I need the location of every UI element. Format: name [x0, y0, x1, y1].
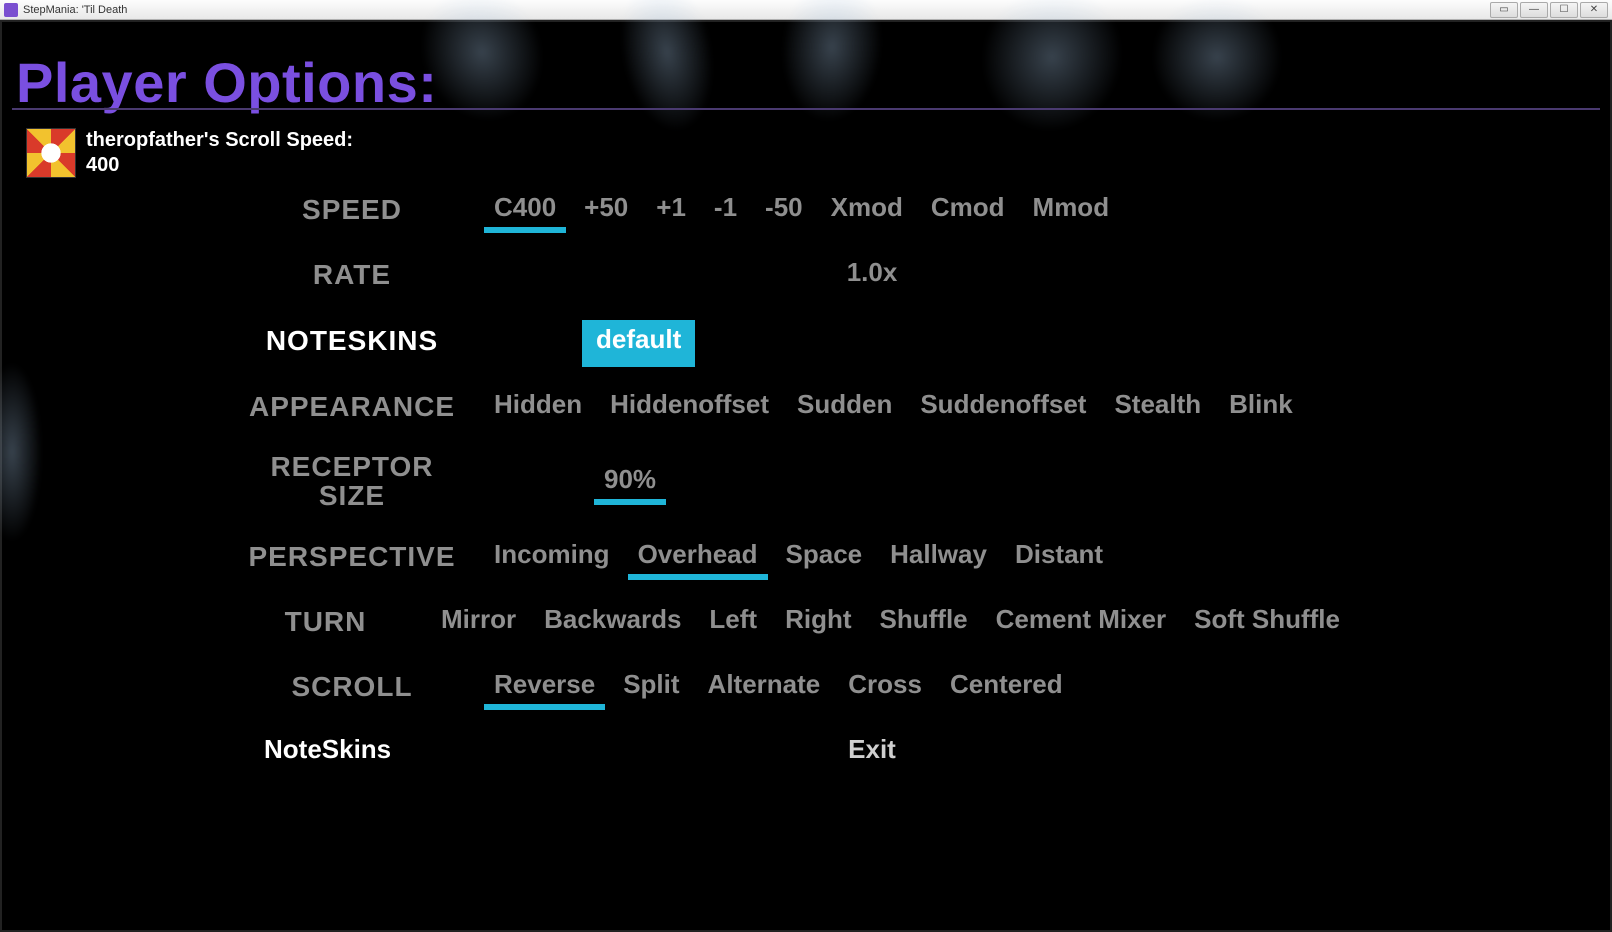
opt-turn-backwards[interactable]: Backwards [542, 602, 683, 641]
avatar [26, 128, 76, 178]
page-title: Player Options: [16, 50, 437, 115]
opt-perspective-overhead[interactable]: Overhead [636, 537, 760, 576]
window-titlebar: StepMania: 'Til Death ▭ — ☐ ✕ [0, 0, 1612, 20]
row-turn[interactable]: TURN Mirror Backwards Left Right Shuffle… [242, 602, 1342, 641]
window-close-button[interactable]: ✕ [1580, 2, 1608, 18]
opt-appearance-blink[interactable]: Blink [1227, 387, 1295, 426]
opt-turn-soft-shuffle[interactable]: Soft Shuffle [1192, 602, 1342, 641]
opt-speed-plus1[interactable]: +1 [654, 190, 688, 229]
opt-turn-mirror[interactable]: Mirror [439, 602, 518, 641]
opt-speed-minus50[interactable]: -50 [763, 190, 805, 229]
title-underline [12, 108, 1600, 110]
row-perspective[interactable]: PERSPECTIVE Incoming Overhead Space Hall… [242, 537, 1342, 576]
opt-scroll-centered[interactable]: Centered [948, 667, 1065, 706]
window-minimize-button[interactable]: — [1520, 2, 1548, 18]
opt-receptor-size-value[interactable]: 90% [602, 462, 658, 501]
opt-scroll-split[interactable]: Split [621, 667, 681, 706]
opt-turn-cement-mixer[interactable]: Cement Mixer [994, 602, 1169, 641]
row-label-scroll: SCROLL [242, 672, 462, 701]
opt-turn-shuffle[interactable]: Shuffle [878, 602, 970, 641]
row-noteskins[interactable]: NOTESKINS default [242, 320, 1342, 361]
row-label-noteskins: NOTESKINS [242, 326, 462, 355]
row-label-turn: TURN [242, 607, 409, 636]
row-rate[interactable]: RATE 1.0x [242, 255, 1342, 294]
opt-perspective-distant[interactable]: Distant [1013, 537, 1105, 576]
opt-scroll-reverse[interactable]: Reverse [492, 667, 597, 706]
opt-turn-right[interactable]: Right [783, 602, 853, 641]
row-label-speed: SPEED [242, 195, 462, 224]
opt-speed-mmod[interactable]: Mmod [1031, 190, 1112, 229]
bg-streak [961, 0, 1144, 151]
player-info: theropfather's Scroll Speed: 400 [26, 128, 353, 178]
row-receptor-size[interactable]: RECEPTOR SIZE 90% [242, 452, 1342, 511]
opt-perspective-incoming[interactable]: Incoming [492, 537, 612, 576]
player-scroll-label: theropfather's Scroll Speed: [86, 128, 353, 153]
option-description: NoteSkins [264, 734, 391, 765]
row-scroll[interactable]: SCROLL Reverse Split Alternate Cross Cen… [242, 667, 1342, 706]
opt-speed-cmod[interactable]: Cmod [929, 190, 1007, 229]
opt-appearance-stealth[interactable]: Stealth [1112, 387, 1203, 426]
bg-streak [0, 362, 42, 542]
opt-speed-c400[interactable]: C400 [492, 190, 558, 229]
window-maximize-button[interactable]: ☐ [1550, 2, 1578, 18]
opt-speed-xmod[interactable]: Xmod [829, 190, 905, 229]
opt-appearance-hidden[interactable]: Hidden [492, 387, 584, 426]
row-appearance[interactable]: APPEARANCE Hidden Hiddenoffset Sudden Su… [242, 387, 1342, 426]
player-scroll-value: 400 [86, 153, 353, 178]
opt-noteskin-default[interactable]: default [582, 320, 695, 361]
window-controls: ▭ — ☐ ✕ [1490, 2, 1608, 18]
bg-streak [609, 0, 725, 139]
row-exit[interactable]: Exit [242, 732, 1342, 771]
bg-streak [1128, 0, 1306, 146]
row-speed[interactable]: SPEED C400 +50 +1 -1 -50 Xmod Cmod Mmod [242, 190, 1342, 229]
app-icon [4, 3, 18, 17]
row-label-rate: RATE [242, 260, 462, 289]
opt-perspective-hallway[interactable]: Hallway [888, 537, 989, 576]
game-viewport: Player Options: theropfather's Scroll Sp… [0, 20, 1612, 932]
row-label-receptor-size: RECEPTOR SIZE [242, 452, 462, 511]
options-panel: SPEED C400 +50 +1 -1 -50 Xmod Cmod Mmod … [242, 190, 1342, 797]
row-label-appearance: APPEARANCE [242, 392, 462, 421]
opt-appearance-hiddenoffset[interactable]: Hiddenoffset [608, 387, 771, 426]
opt-perspective-space[interactable]: Space [784, 537, 865, 576]
opt-rate-value[interactable]: 1.0x [845, 255, 900, 294]
row-label-perspective: PERSPECTIVE [242, 542, 462, 571]
opt-scroll-alternate[interactable]: Alternate [706, 667, 823, 706]
opt-appearance-sudden[interactable]: Sudden [795, 387, 894, 426]
opt-scroll-cross[interactable]: Cross [846, 667, 924, 706]
window-extra-button[interactable]: ▭ [1490, 2, 1518, 18]
opt-appearance-suddenoffset[interactable]: Suddenoffset [918, 387, 1088, 426]
window-title: StepMania: 'Til Death [23, 4, 127, 16]
opt-turn-left[interactable]: Left [707, 602, 759, 641]
opt-exit[interactable]: Exit [846, 732, 898, 771]
opt-speed-plus50[interactable]: +50 [582, 190, 630, 229]
opt-speed-minus1[interactable]: -1 [712, 190, 739, 229]
